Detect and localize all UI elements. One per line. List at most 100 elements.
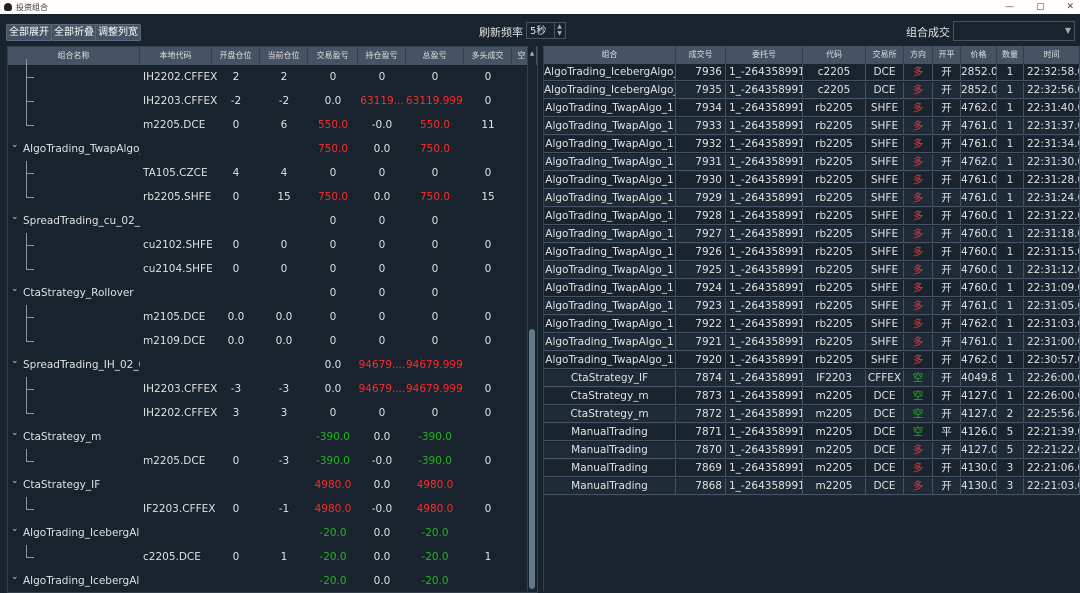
trade-column-header[interactable]: 方向 [904, 46, 933, 64]
tree-column-header[interactable]: 当前仓位 [260, 47, 308, 65]
trade-column-header[interactable]: 交易所 [866, 46, 904, 64]
collapse-all-button[interactable]: 全部折叠 [51, 24, 97, 41]
maximize-button[interactable]: ▢ [1036, 0, 1045, 14]
chevron-down-icon[interactable]: ⌄ [11, 476, 19, 486]
trade-column-header[interactable]: 代码 [803, 46, 866, 64]
trade-row[interactable]: ManualTrading78711_-264358991_5m2205DCE空… [544, 424, 1080, 442]
tree-child-row[interactable]: IH2202.CFFEX 2 2 0 0 0 0 [8, 65, 528, 89]
trade-row[interactable]: AlgoTrading_TwapAlgo_179341_-264358991..… [544, 100, 1080, 118]
trade-row[interactable]: AlgoTrading_TwapAlgo_179201_-264358991_9… [544, 352, 1080, 370]
trade-row[interactable]: AlgoTrading_TwapAlgo_179221_-264358991..… [544, 316, 1080, 334]
trade-row[interactable]: AlgoTrading_TwapAlgo_179211_-264358991..… [544, 334, 1080, 352]
tree-cell-trade: 0.0 [324, 383, 342, 395]
trade-column-header[interactable]: 组合 [544, 46, 676, 64]
tree-column-header[interactable]: 多头成交 [464, 47, 512, 65]
trade-row[interactable]: ManualTrading78681_-264358991_1m2205DCE多… [544, 478, 1080, 496]
tree-child-row[interactable]: m2105.DCE 0.0 0.0 0 0 0 0 [8, 305, 528, 329]
tree-child-row[interactable]: m2205.DCE 0 -3 -390.0 -0.0 -390.0 0 [8, 449, 528, 473]
trade-cell-price: 4127.0 [961, 406, 997, 423]
tree-column-header[interactable]: 本地代码 [140, 47, 212, 65]
tree-column-header[interactable]: 总盈亏 [406, 47, 464, 65]
trade-row[interactable]: AlgoTrading_TwapAlgo_179271_-264358991..… [544, 226, 1080, 244]
trade-column-header[interactable]: 价格 [961, 46, 997, 64]
close-button[interactable]: ✕ [1066, 0, 1074, 14]
trade-cell-time: 22:26:00.0 [1024, 388, 1080, 405]
chevron-down-icon[interactable]: ⌄ [11, 572, 19, 582]
trade-column-header[interactable]: 数量 [997, 46, 1024, 64]
tree-child-row[interactable]: cu2104.SHFE 0 0 0 0 0 0 [8, 257, 528, 281]
trade-row[interactable]: AlgoTrading_TwapAlgo_179281_-264358991..… [544, 208, 1080, 226]
trade-cell-exch: SHFE [866, 244, 904, 261]
trade-cell-time: 22:32:56.0 [1024, 82, 1080, 99]
tree-cell-open [212, 521, 260, 545]
spin-arrows-icon[interactable]: ▲ ▼ [554, 23, 564, 38]
trade-cell-time: 22:31:30.0 [1024, 154, 1080, 171]
tree-cell-hold: 0.0 [373, 479, 391, 491]
tree-child-row[interactable]: c2205.DCE 0 1 -20.0 0.0 -20.0 1 [8, 545, 528, 569]
scroll-up-icon[interactable]: ▲ [528, 50, 536, 57]
trade-column-header[interactable]: 成交号 [676, 46, 726, 64]
trade-cell-combo: AlgoTrading_TwapAlgo_1 [544, 190, 676, 207]
tree-child-row[interactable]: IH2202.CFFEX 3 3 0 0 0 0 [8, 401, 528, 425]
trade-row[interactable]: CtaStrategy_m78731_-264358991_7m2205DCE空… [544, 388, 1080, 406]
trade-row[interactable]: AlgoTrading_IcebergAlgo_2 7936 1_-26435899… [544, 64, 1080, 82]
expand-all-button[interactable]: 全部展开 [6, 24, 52, 41]
trade-row[interactable]: CtaStrategy_IF78741_-264358991_8IF2203CF… [544, 370, 1080, 388]
trade-row[interactable]: CtaStrategy_m78721_-264358991_6m2205DCE空… [544, 406, 1080, 424]
tree-group-row[interactable]: ⌄ AlgoTrading_TwapAlgo_1 750.0 0.0 750.0 [8, 137, 528, 161]
minimize-button[interactable]: — [1005, 0, 1014, 14]
tree-column-header[interactable]: 交易盈亏 [308, 47, 358, 65]
tree-child-row[interactable]: IF2203.CFFEX 0 -1 4980.0 -0.0 4980.0 0 [8, 497, 528, 521]
trade-row[interactable]: AlgoTrading_IcebergAlgo_1 7935 1_-26435899… [544, 82, 1080, 100]
trade-cell-dir: 多 [904, 118, 933, 135]
trade-row[interactable]: AlgoTrading_TwapAlgo_179321_-264358991..… [544, 136, 1080, 154]
tree-group-row[interactable]: ⌄ CtaStrategy_Rollover 0 0 0 [8, 281, 528, 305]
tree-child-row[interactable]: TA105.CZCE 4 4 0 0 0 0 [8, 161, 528, 185]
tree-group-row[interactable]: ⌄ SpreadTrading_cu_02_04 0 0 0 [8, 209, 528, 233]
tree-scroll-thumb[interactable] [529, 329, 535, 589]
tree-child-row[interactable]: cu2102.SHFE 0 0 0 0 0 0 [8, 233, 528, 257]
trade-row[interactable]: AlgoTrading_TwapAlgo_179301_-264358991..… [544, 172, 1080, 190]
tree-group-row[interactable]: ⌄ CtaStrategy_m -390.0 0.0 -390.0 [8, 425, 528, 449]
trade-cell-vol: 1 [997, 316, 1024, 333]
tree-column-header[interactable]: 开盘仓位 [212, 47, 260, 65]
trade-cell-orderid: 1_-264358991... [726, 208, 803, 225]
tree-child-row[interactable]: IH2203.CFFEX -3 -3 0.0 94679....94679.999...… [8, 377, 528, 401]
chevron-down-icon[interactable]: ⌄ [11, 140, 19, 150]
resize-columns-button[interactable]: 调整列宽 [95, 24, 141, 41]
tree-vertical-scrollbar[interactable]: ▲ [527, 46, 536, 591]
trade-row[interactable]: ManualTrading78691_-264358991_2m2205DCE多… [544, 460, 1080, 478]
trade-row[interactable]: AlgoTrading_TwapAlgo_179311_-264358991..… [544, 154, 1080, 172]
tree-column-header[interactable]: 组合名称 [8, 47, 140, 65]
trade-cell-combo: AlgoTrading_TwapAlgo_1 [544, 154, 676, 171]
trade-row[interactable]: AlgoTrading_TwapAlgo_179231_-264358991..… [544, 298, 1080, 316]
tree-group-row[interactable]: ⌄ SpreadTrading_IH_02_03 0.0 94679.... 94679… [8, 353, 528, 377]
trade-row[interactable]: AlgoTrading_TwapAlgo_179251_-264358991..… [544, 262, 1080, 280]
tree-child-row[interactable]: rb2205.SHFE 0 15 750.0 0.0 750.0 15 [8, 185, 528, 209]
tree-child-row[interactable]: m2205.DCE 0 6 550.0 -0.0 550.0 11 [8, 113, 528, 137]
trade-combo-select[interactable]: ▼ [953, 21, 1075, 41]
chevron-down-icon[interactable]: ⌄ [11, 284, 19, 294]
trade-column-header[interactable]: 开平 [933, 46, 961, 64]
tree-group-row[interactable]: ⌄ AlgoTrading_IcebergAl... -20.0 0.0 -20.0 [8, 569, 528, 592]
tree-column-header[interactable]: 持仓盈亏 [358, 47, 406, 65]
tree-group-row[interactable]: ⌄ CtaStrategy_IF 4980.0 0.0 4980.0 [8, 473, 528, 497]
trade-row[interactable]: AlgoTrading_TwapAlgo_179241_-264358991..… [544, 280, 1080, 298]
trade-column-header[interactable]: 委托号 [726, 46, 803, 64]
chevron-down-icon[interactable]: ⌄ [11, 356, 19, 366]
trade-row[interactable]: ManualTrading78701_-264358991_3m2205DCE多… [544, 442, 1080, 460]
refresh-spinbox[interactable]: 5秒 ▲ ▼ [526, 22, 566, 39]
tree-group-row[interactable]: ⌄ AlgoTrading_IcebergAl... -20.0 0.0 -20.0 [8, 521, 528, 545]
chevron-down-icon[interactable]: ⌄ [11, 428, 19, 438]
trade-column-header[interactable]: 时间 [1024, 46, 1080, 64]
tree-child-row[interactable]: m2109.DCE 0.0 0.0 0 0 0 0 [8, 329, 528, 353]
tree-cell-total: 750.0 [419, 191, 451, 203]
trade-row[interactable]: AlgoTrading_TwapAlgo_179291_-264358991..… [544, 190, 1080, 208]
tree-cell-trade: 0 [329, 311, 337, 323]
trade-row[interactable]: AlgoTrading_TwapAlgo_179331_-264358991..… [544, 118, 1080, 136]
trade-row[interactable]: AlgoTrading_TwapAlgo_179261_-264358991..… [544, 244, 1080, 262]
chevron-down-icon[interactable]: ⌄ [11, 212, 19, 222]
tree-child-row[interactable]: IH2203.CFFEX -2 -2 0.0 63119...63119.999... 0 [8, 89, 528, 113]
chevron-down-icon[interactable]: ⌄ [11, 524, 19, 534]
tree-cell-name [23, 89, 140, 113]
